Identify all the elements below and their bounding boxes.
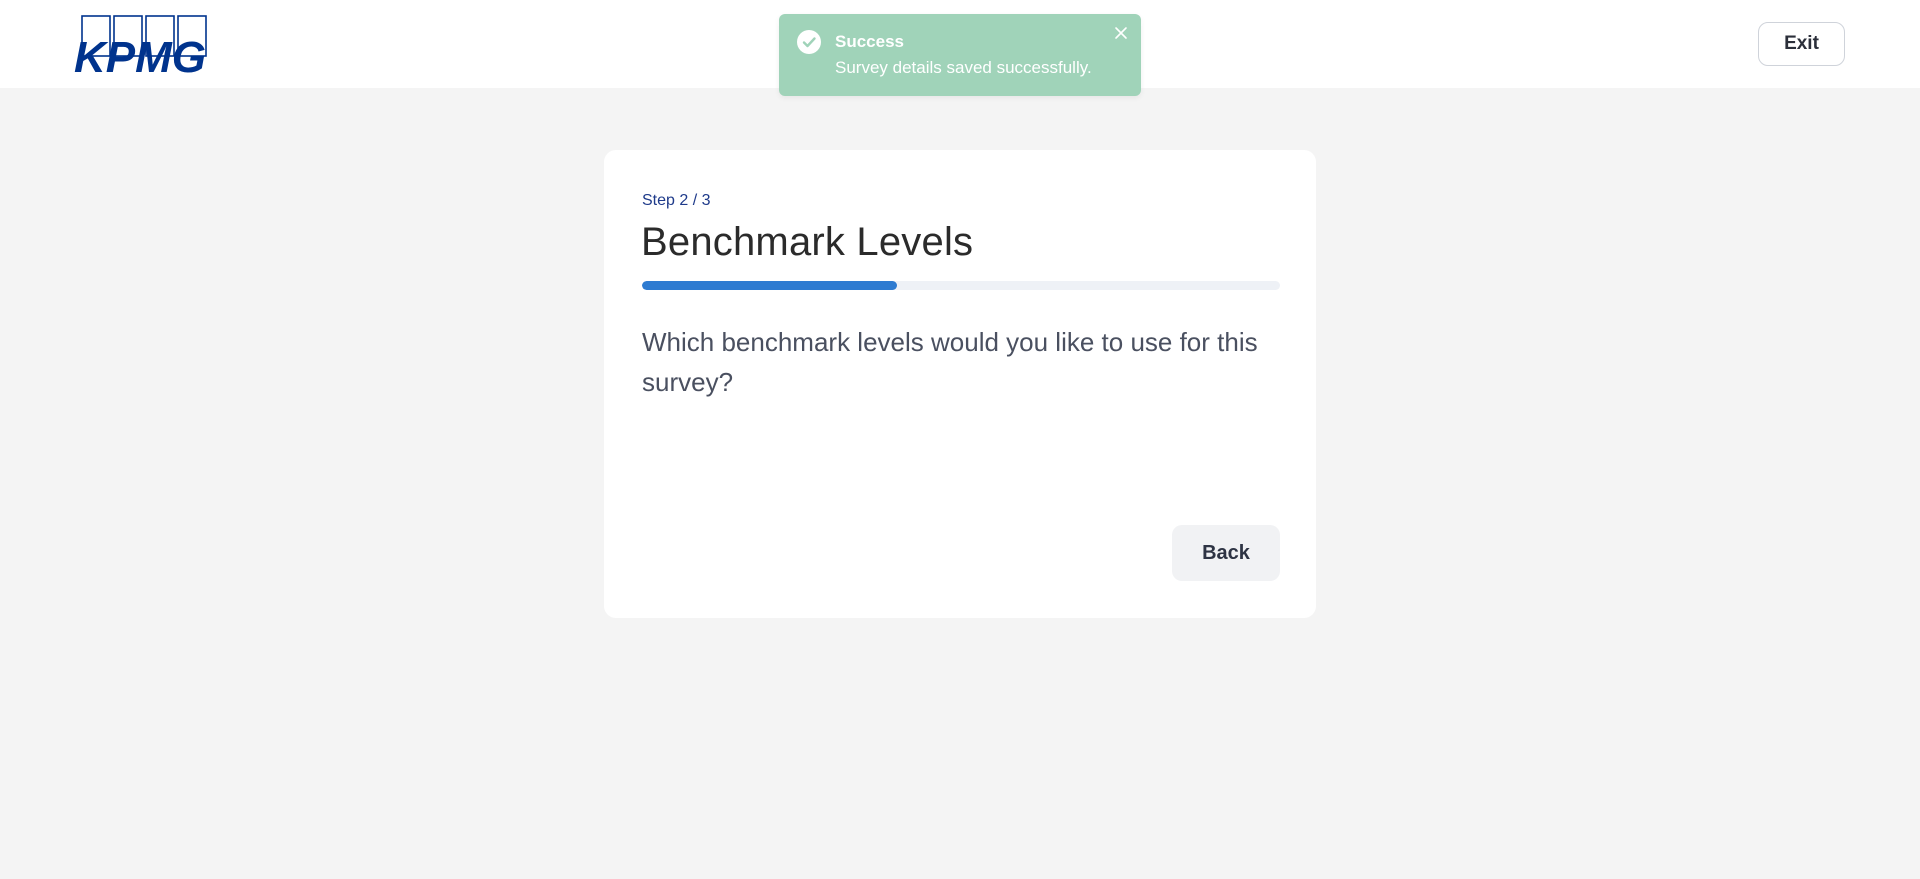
back-button[interactable]: Back [1172, 525, 1280, 581]
svg-text:KPMG: KPMG [74, 33, 206, 73]
step-indicator: Step 2 / 3 [642, 192, 711, 209]
check-circle-icon [797, 30, 821, 54]
wizard-card: Step 2 / 3 Benchmark Levels Which benchm… [604, 150, 1316, 618]
page-title: Benchmark Levels [641, 220, 974, 264]
success-toast: Success Survey details saved successfull… [779, 14, 1141, 96]
toast-title: Success [835, 32, 904, 51]
close-icon[interactable] [1112, 24, 1130, 42]
progress-bar [642, 281, 1280, 290]
exit-button[interactable]: Exit [1758, 22, 1845, 66]
toast-message: Survey details saved successfully. [835, 58, 1092, 77]
kpmg-logo: KPMG [74, 15, 208, 73]
progress-bar-fill [642, 281, 898, 290]
question-text: Which benchmark levels would you like to… [642, 327, 1258, 397]
